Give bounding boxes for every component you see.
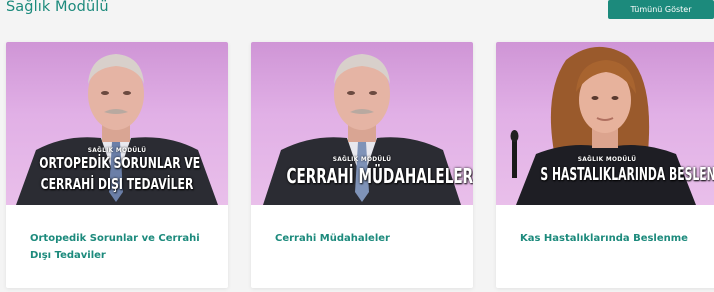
- show-all-button[interactable]: Tümünü Göster: [608, 0, 714, 19]
- course-card-nutrition[interactable]: SAĞLIK MODÜLÜ S HASTALIKLARINDA BESLEN K…: [496, 42, 714, 288]
- course-thumbnail[interactable]: SAĞLIK MODÜLÜ CERRAHİ MÜDAHALELER: [251, 42, 473, 205]
- section-title: Sağlık Modülü: [6, 0, 109, 15]
- thumbnail-module-label: SAĞLIK MODÜLÜ: [577, 155, 637, 163]
- course-title[interactable]: Kas Hastalıklarında Beslenme: [520, 231, 700, 248]
- thumbnail-title-line-2: CERRAHİ DIŞI TEDAVİLER: [40, 175, 194, 193]
- thumbnail-module-label: SAĞLIK MODÜLÜ: [332, 155, 392, 163]
- course-card-surgical[interactable]: SAĞLIK MODÜLÜ CERRAHİ MÜDAHALELER Cerrah…: [251, 42, 473, 288]
- thumbnail-title-line-1: ORTOPEDİK SORUNLAR VE: [39, 154, 201, 172]
- course-title[interactable]: Cerrahi Müdahaleler: [275, 231, 455, 248]
- course-card-orthopedic[interactable]: SAĞLIK MODÜLÜ ORTOPEDİK SORUNLAR VE CERR…: [6, 42, 228, 288]
- thumbnail-module-label: SAĞLIK MODÜLÜ: [87, 146, 147, 154]
- thumbnail-title-line-1: S HASTALIKLARINDA BESLEN: [540, 164, 714, 185]
- course-thumbnail[interactable]: SAĞLIK MODÜLÜ ORTOPEDİK SORUNLAR VE CERR…: [6, 42, 228, 205]
- thumbnail-title-line-1: CERRAHİ MÜDAHALELER: [286, 164, 473, 188]
- course-title[interactable]: Ortopedik Sorunlar ve Cerrahi Dışı Tedav…: [30, 231, 210, 264]
- course-thumbnail[interactable]: SAĞLIK MODÜLÜ S HASTALIKLARINDA BESLEN: [496, 42, 714, 205]
